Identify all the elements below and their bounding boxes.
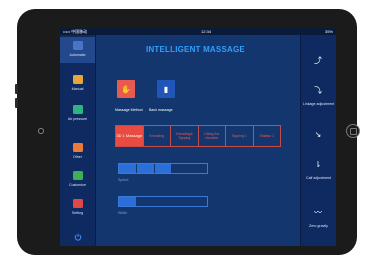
width-segment	[190, 197, 207, 206]
calf-icon: ⇂	[314, 159, 322, 169]
recline-down-icon: ↘	[314, 129, 322, 139]
customize-icon	[72, 171, 83, 180]
nav-manual[interactable]: Manual	[60, 71, 95, 97]
carrier-text: ••••• 中国移动	[63, 28, 88, 34]
tab-shiatsu-1[interactable]: Shiatsu 1	[252, 126, 281, 146]
width-segment	[155, 197, 173, 206]
tab-3d1-massage[interactable]: 3D 1 Massage	[116, 126, 143, 146]
zero-gravity-button[interactable]: 〰	[307, 203, 329, 221]
speed-segment	[154, 164, 173, 173]
nav-label: Automatic	[69, 53, 86, 57]
speed-label: Speed	[118, 178, 129, 182]
nav-label: Other	[73, 155, 82, 159]
back-massage-label: Back massage	[149, 108, 173, 112]
clock: 12:34	[201, 29, 212, 34]
massage-program-tabs: 3D 1 Massage Kneading Kneading& Tapping …	[115, 125, 281, 147]
linkage-icon: ⤵	[314, 85, 322, 95]
setting-icon	[72, 199, 83, 208]
volume-button	[15, 84, 18, 94]
speed-segment	[172, 164, 191, 173]
right-panel: ⤴ ⤵ Linkage adjustment ↘ ⇂ Calf adjustme…	[300, 35, 336, 246]
recline-up-icon: ⤴	[314, 55, 322, 65]
auto-icon	[72, 41, 83, 50]
calf-label: Calf adjustment	[306, 176, 331, 180]
tab-kneading[interactable]: Kneading	[142, 126, 171, 146]
power-button[interactable]	[60, 228, 95, 241]
back-massage-icon: ▮	[163, 84, 169, 94]
linkage-label: Linkage adjustment	[302, 102, 335, 106]
camera-icon	[38, 128, 44, 134]
nav-label: Manual	[71, 87, 84, 91]
back-massage-button[interactable]: ▮	[157, 80, 175, 98]
speed-slider[interactable]	[118, 163, 208, 174]
nav-label: Air pressure	[67, 117, 88, 121]
width-segment	[172, 197, 191, 206]
home-button[interactable]	[346, 124, 360, 138]
nav-air-pressure[interactable]: Air pressure	[60, 101, 95, 127]
tab-lifting-shoulder[interactable]: Lifting the shoulder	[197, 126, 226, 146]
volume-button	[15, 98, 18, 108]
nav-label: Customize	[69, 183, 86, 187]
massage-method-icon: ✋	[121, 84, 131, 94]
air-pressure-icon	[72, 105, 83, 114]
power-icon	[74, 233, 81, 241]
speed-segment	[119, 164, 137, 173]
recline-down-button[interactable]: ↘	[307, 125, 329, 143]
nav-label: Setting	[71, 211, 84, 215]
massage-method-label: Massage Method	[115, 108, 143, 112]
tab-kneading-tapping[interactable]: Kneading& Tapping	[170, 126, 198, 146]
linkage-adjustment-button[interactable]: ⤵	[307, 81, 329, 99]
nav-customize[interactable]: Customize	[60, 167, 95, 193]
app-screen: ••••• 中国移动 12:34 35% Automatic Manual Ai…	[60, 28, 336, 246]
width-segment	[137, 197, 155, 206]
calf-adjustment-button[interactable]: ⇂	[307, 155, 329, 173]
nav-automatic[interactable]: Automatic	[60, 37, 95, 63]
battery-text: 35%	[324, 29, 333, 34]
nav-other[interactable]: Other	[60, 139, 95, 165]
tab-tapping-1[interactable]: Tapping 1	[225, 126, 253, 146]
speed-segment	[136, 164, 155, 173]
manual-icon	[72, 75, 83, 84]
zero-gravity-label: Zero gravity	[309, 224, 328, 228]
recline-up-button[interactable]: ⤴	[307, 51, 329, 69]
width-label: Width	[118, 211, 128, 215]
massage-method-button[interactable]: ✋	[117, 80, 135, 98]
page-title: INTELLIGENT MASSAGE	[146, 45, 245, 54]
nav-setting[interactable]: Setting	[60, 195, 95, 221]
zero-gravity-icon: 〰	[314, 207, 322, 217]
other-icon	[72, 143, 83, 152]
left-nav: Automatic Manual Air pressure Other Cust…	[60, 35, 96, 246]
speed-segment	[190, 164, 207, 173]
status-bar: ••••• 中国移动 12:34 35%	[60, 28, 336, 35]
width-slider[interactable]	[118, 196, 208, 207]
width-segment	[119, 197, 137, 206]
